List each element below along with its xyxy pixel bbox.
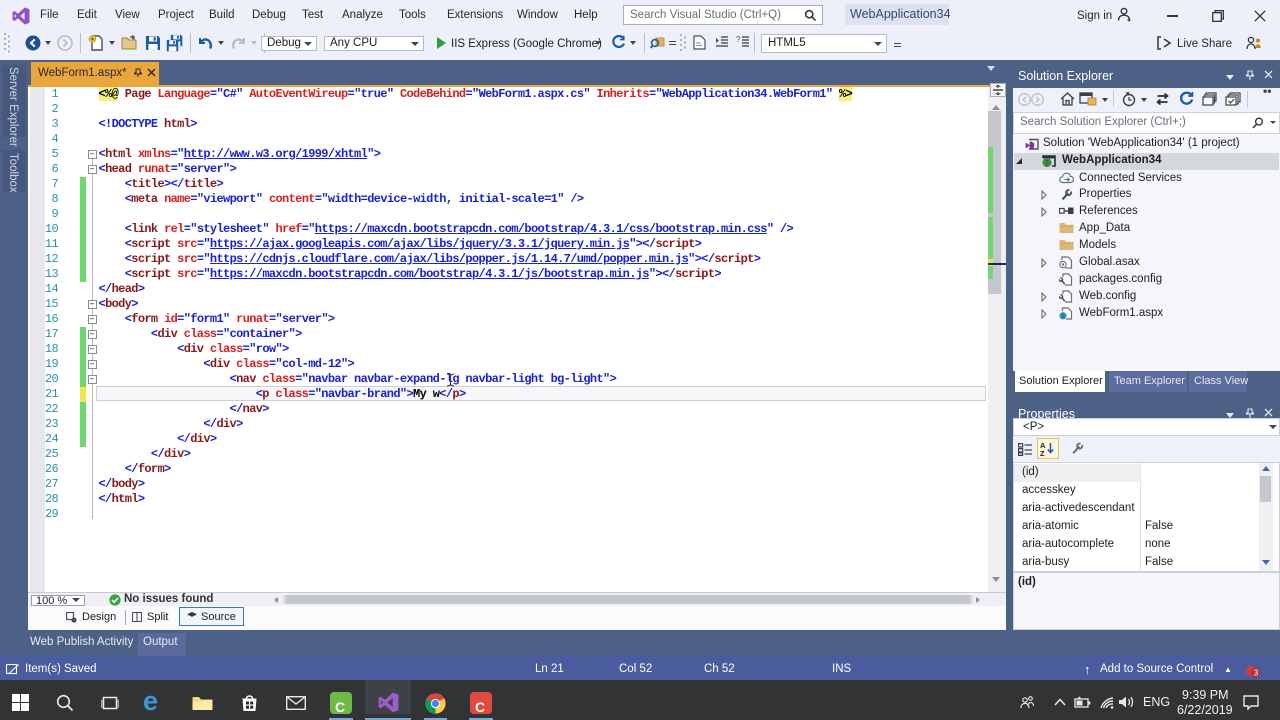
svg-text:3: 3: [1254, 668, 1259, 677]
svg-text:?: ?: [736, 36, 741, 44]
svg-text:Z: Z: [1040, 449, 1045, 456]
